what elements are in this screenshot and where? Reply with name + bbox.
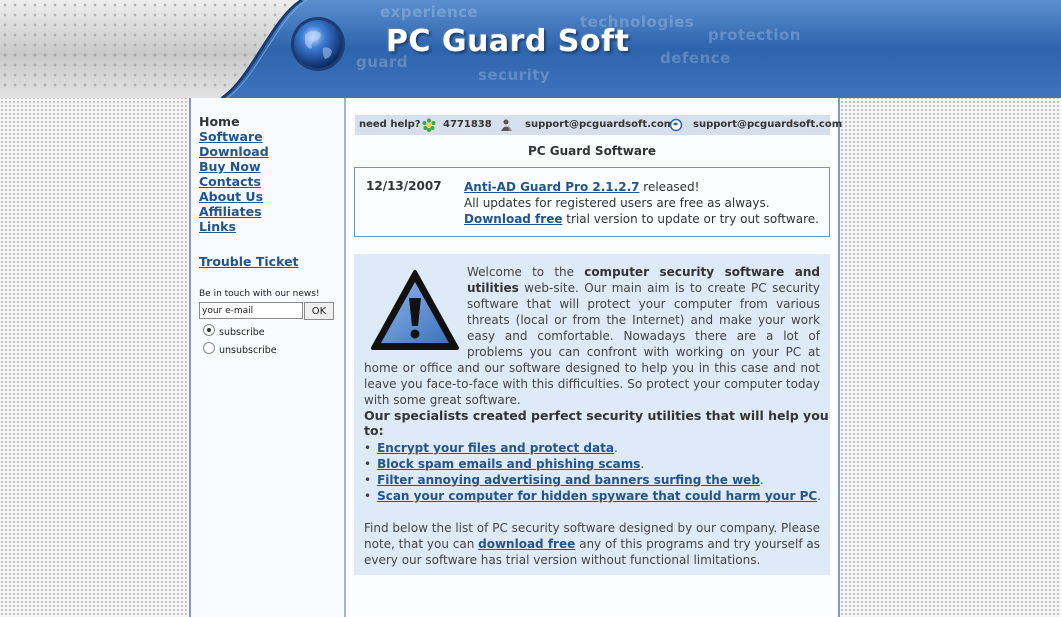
- news-date: 12/13/2007: [366, 179, 442, 193]
- download-free-link[interactable]: Download free: [464, 212, 562, 226]
- nav-item-home[interactable]: Home: [199, 114, 269, 129]
- newsletter-email-input[interactable]: [199, 302, 303, 319]
- unsubscribe-radio[interactable]: [203, 342, 215, 354]
- header-word: defence: [660, 49, 731, 67]
- need-help-label: need help?: [359, 119, 421, 130]
- main-nav: Home Software Download Buy Now Contacts …: [199, 114, 269, 234]
- left-sidebar: Home Software Download Buy Now Contacts …: [189, 98, 346, 617]
- subscribe-label: subscribe: [219, 327, 265, 338]
- download-free-inline-link[interactable]: download free: [478, 537, 575, 551]
- nav-item-about-us[interactable]: About Us: [199, 189, 269, 204]
- list-item: Filter annoying advertising and banners …: [364, 472, 821, 488]
- nav-item-buy-now[interactable]: Buy Now: [199, 159, 269, 174]
- nav-item-links[interactable]: Links: [199, 219, 269, 234]
- unsubscribe-label: unsubscribe: [219, 345, 277, 356]
- icq-flower-icon: [422, 118, 436, 132]
- header-word: experience: [380, 3, 479, 21]
- header-word: security: [478, 66, 551, 84]
- feature-link-block-spam[interactable]: Block spam emails and phishing scams: [377, 457, 640, 471]
- feature-list: Encrypt your files and protect data. Blo…: [364, 440, 821, 504]
- support-email-1[interactable]: support@pcguardsoft.com: [525, 115, 674, 135]
- trouble-ticket-link[interactable]: Trouble Ticket: [199, 254, 299, 269]
- site-logo-title[interactable]: PC Guard Soft: [386, 24, 630, 59]
- intro-text: Welcome to the: [467, 265, 585, 279]
- help-bar: need help? 4771838 support@pcguardsoft.c…: [355, 115, 842, 135]
- news-line-3: trial version to update or try out softw…: [562, 212, 819, 226]
- page-title: PC Guard Software: [527, 144, 657, 158]
- unsubscribe-option[interactable]: unsubscribe: [203, 342, 277, 356]
- globe-email-icon: [669, 118, 683, 132]
- list-item: Block spam emails and phishing scams.: [364, 456, 821, 472]
- subscribe-radio[interactable]: [203, 324, 215, 336]
- find-below-paragraph: Find below the list of PC security softw…: [364, 520, 820, 568]
- newsletter-ok-button[interactable]: OK: [304, 302, 334, 320]
- site-header: experience technologies protection guard…: [0, 0, 1061, 98]
- news-box: 12/13/2007 Anti-AD Guard Pro 2.1.2.7 rel…: [354, 167, 830, 237]
- subscribe-option[interactable]: subscribe: [203, 324, 265, 338]
- nav-item-contacts[interactable]: Contacts: [199, 174, 269, 189]
- person-icon: [501, 119, 512, 131]
- feature-link-scan-spyware[interactable]: Scan your computer for hidden spyware th…: [377, 489, 817, 503]
- nav-item-software[interactable]: Software: [199, 129, 269, 144]
- newsletter-label: Be in touch with our news!: [199, 289, 320, 299]
- list-item: Scan your computer for hidden spyware th…: [364, 488, 821, 504]
- nav-item-affiliates[interactable]: Affiliates: [199, 204, 269, 219]
- released-text: released!: [639, 180, 700, 194]
- welcome-box: Welcome to the computer security softwar…: [354, 254, 830, 575]
- feature-link-encrypt[interactable]: Encrypt your files and protect data: [377, 441, 614, 455]
- specialists-heading: Our specialists created perfect security…: [364, 408, 829, 438]
- globe-icon: [291, 17, 345, 71]
- nav-item-download[interactable]: Download: [199, 144, 269, 159]
- news-line-2: All updates for registered users are fre…: [464, 196, 770, 210]
- support-email-2[interactable]: support@pcguardsoft.com: [693, 115, 842, 135]
- main-content: need help? 4771838 support@pcguardsoft.c…: [344, 98, 842, 617]
- warning-icon: [371, 270, 459, 350]
- news-text: Anti-AD Guard Pro 2.1.2.7 released! All …: [464, 179, 819, 227]
- feature-link-filter-ads[interactable]: Filter annoying advertising and banners …: [377, 473, 760, 487]
- product-link[interactable]: Anti-AD Guard Pro 2.1.2.7: [464, 180, 639, 194]
- list-item: Encrypt your files and protect data.: [364, 440, 821, 456]
- header-word: protection: [708, 26, 801, 44]
- icq-number: 4771838: [443, 119, 492, 130]
